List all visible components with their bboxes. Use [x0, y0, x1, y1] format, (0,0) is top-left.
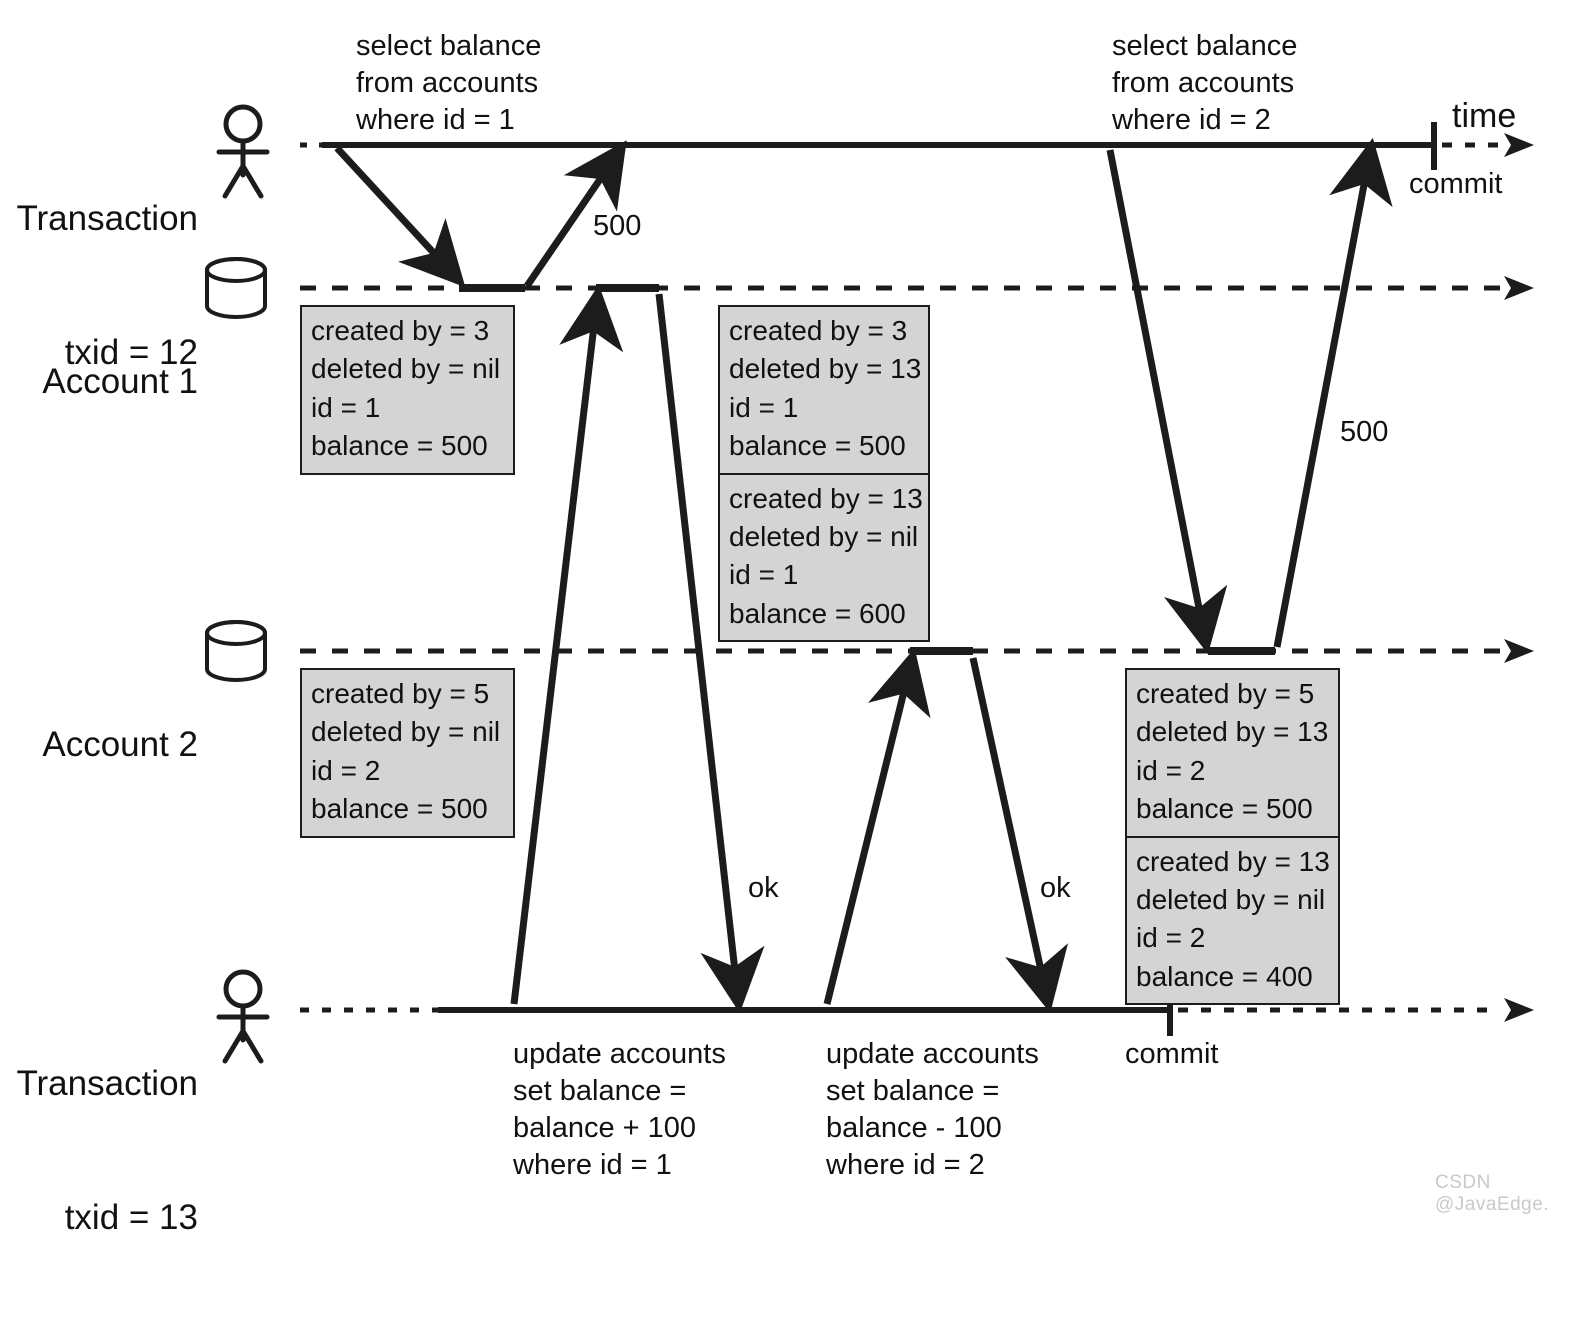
row-version-segment: created by = 5 deleted by = 13 id = 2 balan… — [1127, 670, 1338, 836]
commit-label-txn12: commit — [1409, 168, 1503, 200]
time-arrowhead-account1 — [1504, 276, 1534, 300]
row-version-segment: created by = 3 deleted by = nil id = 1 bala… — [302, 307, 513, 473]
lifeline-label-txn13-line2: txid = 13 — [64, 1197, 198, 1237]
row-version-field: balance = 500 — [311, 793, 488, 825]
row-version-field: created by = 3 — [311, 315, 490, 346]
time-axis-label: time — [1452, 97, 1517, 135]
row-version-field: id = 2 — [1136, 922, 1206, 954]
actor-icon-txn13 — [216, 969, 270, 1064]
actor-icon-txn12 — [216, 104, 270, 199]
row-version-field: balance = 500 — [729, 430, 906, 462]
row-version-segment: created by = 3 deleted by = 13 id = 1 balan… — [720, 307, 928, 473]
lifeline-label-txn13: Transaction txid = 13 — [8, 972, 198, 1330]
message-select-account1 — [334, 145, 466, 288]
commit-label-txn13: commit — [1125, 1038, 1219, 1070]
lifeline-label-account2: Account 2 — [8, 633, 198, 857]
note-update-account1: update accounts set balance = balance + … — [513, 1038, 726, 1182]
lifeline-label-account1: Account 1 — [8, 270, 198, 494]
message-select-account2 — [1106, 149, 1228, 655]
lifeline-txn13 — [300, 988, 1534, 1036]
row-version-field: created by = 3 — [729, 315, 908, 346]
time-arrowhead-account2 — [1504, 639, 1534, 663]
note-select-account2: select balance from accounts where id = … — [1112, 30, 1298, 137]
message-label-ok-account1: ok — [748, 872, 779, 904]
lifeline-account2 — [300, 639, 1534, 663]
lifeline-label-account2-line1: Account 2 — [42, 724, 198, 764]
watermark-label: CSDN @JavaEdge. — [1435, 1172, 1550, 1215]
row-version-box-account2-after-update: created by = 5 deleted by = 13 id = 2 balan… — [1125, 668, 1340, 1006]
row-version-field: deleted by = nil — [311, 716, 501, 748]
message-update-account2 — [823, 648, 931, 1005]
row-version-field: created by = 13 — [1136, 845, 1330, 877]
row-version-field: balance = 500 — [311, 430, 488, 462]
message-label-return-500-account2: 500 — [1340, 416, 1389, 448]
row-version-field: id = 1 — [729, 391, 799, 423]
row-version-field: deleted by = nil — [1136, 883, 1326, 915]
row-version-field: created by = 5 — [311, 678, 490, 709]
lifeline-label-txn12-line1: Transaction — [16, 198, 198, 238]
row-version-field: created by = 5 — [1136, 678, 1315, 709]
row-version-segment: created by = 13 deleted by = nil id = 2 bal… — [1127, 835, 1338, 1004]
row-version-field: id = 1 — [729, 559, 799, 591]
message-label-ok-account2: ok — [1040, 872, 1071, 904]
lifeline-label-txn13-line1: Transaction — [16, 1063, 198, 1103]
note-update-account2: update accounts set balance = balance - … — [826, 1038, 1039, 1182]
row-version-field: balance = 400 — [1136, 960, 1313, 992]
row-version-segment: created by = 13 deleted by = nil id = 1 bal… — [720, 472, 928, 641]
row-version-field: deleted by = 13 — [729, 353, 922, 385]
message-ok-account2 — [969, 657, 1069, 1014]
row-version-field: id = 2 — [311, 754, 381, 786]
message-return-500-account2 — [1273, 137, 1393, 648]
database-icon-account2 — [205, 620, 267, 682]
diagram-canvas: Transaction txid = 12 Account 1 Account … — [0, 0, 1596, 1237]
row-version-field: balance = 600 — [729, 597, 906, 629]
row-version-field: id = 2 — [1136, 754, 1206, 786]
row-version-segment: created by = 5 deleted by = nil id = 2 bala… — [302, 670, 513, 836]
message-label-return-500-account1: 500 — [593, 210, 642, 242]
row-version-field: balance = 500 — [1136, 793, 1313, 825]
note-select-account1: select balance from accounts where id = … — [356, 30, 542, 137]
row-version-box-account1-after-update: created by = 3 deleted by = 13 id = 1 balan… — [718, 305, 930, 643]
row-version-field: created by = 13 — [729, 482, 923, 514]
time-arrowhead-txn13 — [1504, 998, 1534, 1022]
row-version-field: deleted by = 13 — [1136, 716, 1329, 748]
lifeline-label-account1-line1: Account 1 — [42, 361, 198, 401]
database-icon-account1 — [205, 257, 267, 319]
row-version-field: deleted by = nil — [311, 353, 501, 385]
row-version-box-account1-initial: created by = 3 deleted by = nil id = 1 bala… — [300, 305, 515, 475]
row-version-field: id = 1 — [311, 391, 381, 423]
row-version-box-account2-initial: created by = 5 deleted by = nil id = 2 bala… — [300, 668, 515, 838]
row-version-field: deleted by = nil — [729, 520, 919, 552]
